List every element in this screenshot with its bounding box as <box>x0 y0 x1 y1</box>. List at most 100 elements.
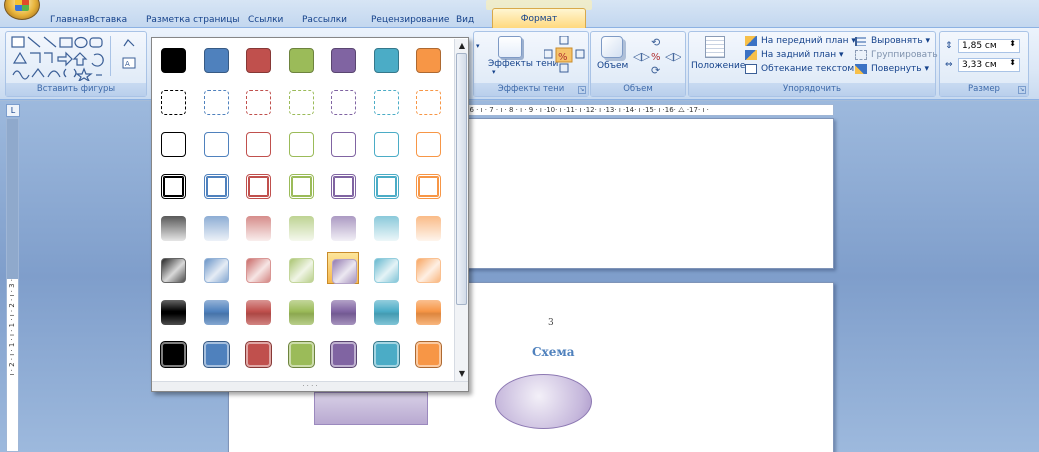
style-swatch-outline-3[interactable] <box>242 126 274 158</box>
scroll-up-icon[interactable]: ▲ <box>455 39 469 53</box>
style-swatch-solid-6[interactable] <box>370 42 402 74</box>
style-swatch-dashed-1[interactable] <box>157 84 189 116</box>
style-swatch-thick-outline-7[interactable] <box>412 168 444 200</box>
style-swatch-moderate-gradient-1[interactable] <box>157 294 189 326</box>
gallery-scrollbar[interactable]: ▲ ▼ <box>454 39 468 381</box>
bring-to-front-button[interactable]: На передний план ▾ <box>745 36 856 46</box>
style-swatch-moderate-gradient-3[interactable] <box>242 294 274 326</box>
style-swatch-diagonal-gradient-4[interactable] <box>285 252 317 284</box>
scroll-down-icon[interactable]: ▼ <box>455 367 469 381</box>
style-swatch-intense-4[interactable] <box>285 336 317 368</box>
style-swatch-diagonal-gradient-5[interactable] <box>327 252 359 284</box>
align-button[interactable]: Выровнять ▾ <box>855 36 930 46</box>
style-swatch-intense-7[interactable] <box>412 336 444 368</box>
tab-page-layout[interactable]: Разметка страницы <box>146 13 240 28</box>
tab-insert[interactable]: Вставка <box>89 13 127 28</box>
style-swatch-thick-outline-6[interactable] <box>370 168 402 200</box>
3d-effects-button[interactable]: Объем <box>597 61 628 71</box>
style-swatch-solid-1[interactable] <box>157 42 189 74</box>
size-dialog-launcher-icon[interactable]: ↘ <box>1018 86 1026 94</box>
style-swatch-intense-6[interactable] <box>370 336 402 368</box>
oval-shape[interactable] <box>495 374 592 429</box>
position-icon <box>705 36 725 58</box>
width-field[interactable]: 3,33 см ⬍ <box>958 58 1020 72</box>
3d-tilt-icons[interactable]: ⟲ ◁▷ % ◁▷ ⟳ <box>631 36 681 76</box>
style-swatch-moderate-gradient-5[interactable] <box>327 294 359 326</box>
style-swatch-fill <box>288 132 314 157</box>
width-spinner-icon[interactable]: ⬍ <box>1009 58 1016 67</box>
style-swatch-outline-6[interactable] <box>370 126 402 158</box>
style-swatch-diagonal-gradient-3[interactable] <box>242 252 274 284</box>
style-swatch-dashed-7[interactable] <box>412 84 444 116</box>
style-swatch-solid-3[interactable] <box>242 42 274 74</box>
style-swatch-dashed-6[interactable] <box>370 84 402 116</box>
vertical-ruler[interactable]: ı · 2 · ı · 1 · ı · 1 · ı · 2 · ı · 3 · <box>6 118 19 452</box>
shadow-dialog-launcher-icon[interactable]: ↘ <box>578 86 586 94</box>
style-swatch-light-gradient-2[interactable] <box>200 210 232 242</box>
tab-view[interactable]: Вид <box>456 13 474 28</box>
send-to-back-button[interactable]: На задний план ▾ <box>745 50 844 60</box>
style-swatch-light-gradient-7[interactable] <box>412 210 444 242</box>
style-swatch-dashed-3[interactable] <box>242 84 274 116</box>
style-swatch-light-gradient-3[interactable] <box>242 210 274 242</box>
style-swatch-diagonal-gradient-1[interactable] <box>157 252 189 284</box>
style-swatch-solid-4[interactable] <box>285 42 317 74</box>
style-swatch-diagonal-gradient-7[interactable] <box>412 252 444 284</box>
document-heading[interactable]: Схема <box>532 345 575 359</box>
style-swatch-diagonal-gradient-6[interactable] <box>370 252 402 284</box>
style-swatch-solid-7[interactable] <box>412 42 444 74</box>
style-swatch-intense-3[interactable] <box>242 336 274 368</box>
style-swatch-fill <box>331 342 356 367</box>
style-swatch-dashed-5[interactable] <box>327 84 359 116</box>
rotate-button[interactable]: Повернуть ▾ <box>855 64 929 74</box>
style-swatch-moderate-gradient-6[interactable] <box>370 294 402 326</box>
edit-shape-icon[interactable] <box>122 36 136 50</box>
style-swatch-outline-7[interactable] <box>412 126 444 158</box>
style-swatch-intense-2[interactable] <box>200 336 232 368</box>
style-swatch-outline-2[interactable] <box>200 126 232 158</box>
style-swatch-solid-2[interactable] <box>200 42 232 74</box>
style-swatch-moderate-gradient-7[interactable] <box>412 294 444 326</box>
style-swatch-thick-outline-3[interactable] <box>242 168 274 200</box>
tab-selector-icon[interactable]: L <box>6 104 20 117</box>
tab-home[interactable]: Главная <box>50 13 89 28</box>
gallery-resize-grip[interactable]: · · · · <box>152 381 468 391</box>
style-swatch-outline-5[interactable] <box>327 126 359 158</box>
tab-references[interactable]: Ссылки <box>248 13 283 28</box>
position-button[interactable]: Положение <box>691 61 745 71</box>
style-swatch-outline-4[interactable] <box>285 126 317 158</box>
shadow-effects-dropdown-icon[interactable]: ▾ <box>492 68 496 76</box>
style-swatch-thick-outline-5[interactable] <box>327 168 359 200</box>
text-box-icon[interactable]: A <box>122 56 136 70</box>
rectangle-shape[interactable] <box>314 392 428 425</box>
style-swatch-light-gradient-5[interactable] <box>327 210 359 242</box>
style-swatch-outline-1[interactable] <box>157 126 189 158</box>
shape-styles-more-icon[interactable]: ▾ <box>476 42 484 62</box>
style-swatch-solid-5[interactable] <box>327 42 359 74</box>
shapes-scroll[interactable] <box>110 36 120 76</box>
shadow-nudge-icons[interactable]: % <box>544 36 586 74</box>
style-swatch-thick-outline-2[interactable] <box>200 168 232 200</box>
style-swatch-dashed-2[interactable] <box>200 84 232 116</box>
office-button[interactable] <box>4 0 40 20</box>
style-swatch-dashed-4[interactable] <box>285 84 317 116</box>
height-spinner-icon[interactable]: ⬍ <box>1009 39 1016 48</box>
style-swatch-light-gradient-4[interactable] <box>285 210 317 242</box>
tab-review[interactable]: Рецензирование <box>371 13 449 28</box>
style-swatch-diagonal-gradient-2[interactable] <box>200 252 232 284</box>
style-swatch-thick-outline-1[interactable] <box>157 168 189 200</box>
style-swatch-thick-outline-4[interactable] <box>285 168 317 200</box>
style-swatch-intense-1[interactable] <box>157 336 189 368</box>
style-swatch-moderate-gradient-4[interactable] <box>285 294 317 326</box>
tab-mailings[interactable]: Рассылки <box>302 13 347 28</box>
style-swatch-moderate-gradient-2[interactable] <box>200 294 232 326</box>
tab-format[interactable]: Формат <box>492 8 586 29</box>
style-swatch-light-gradient-6[interactable] <box>370 210 402 242</box>
height-field[interactable]: 1,85 см ⬍ <box>958 39 1020 53</box>
group-button[interactable]: Группировать ▾ <box>855 50 945 60</box>
style-swatch-fill <box>161 300 186 325</box>
style-swatch-light-gradient-1[interactable] <box>157 210 189 242</box>
text-wrap-button[interactable]: Обтекание текстом ▾ <box>745 64 862 74</box>
scrollbar-thumb[interactable] <box>456 53 467 305</box>
style-swatch-intense-5[interactable] <box>327 336 359 368</box>
